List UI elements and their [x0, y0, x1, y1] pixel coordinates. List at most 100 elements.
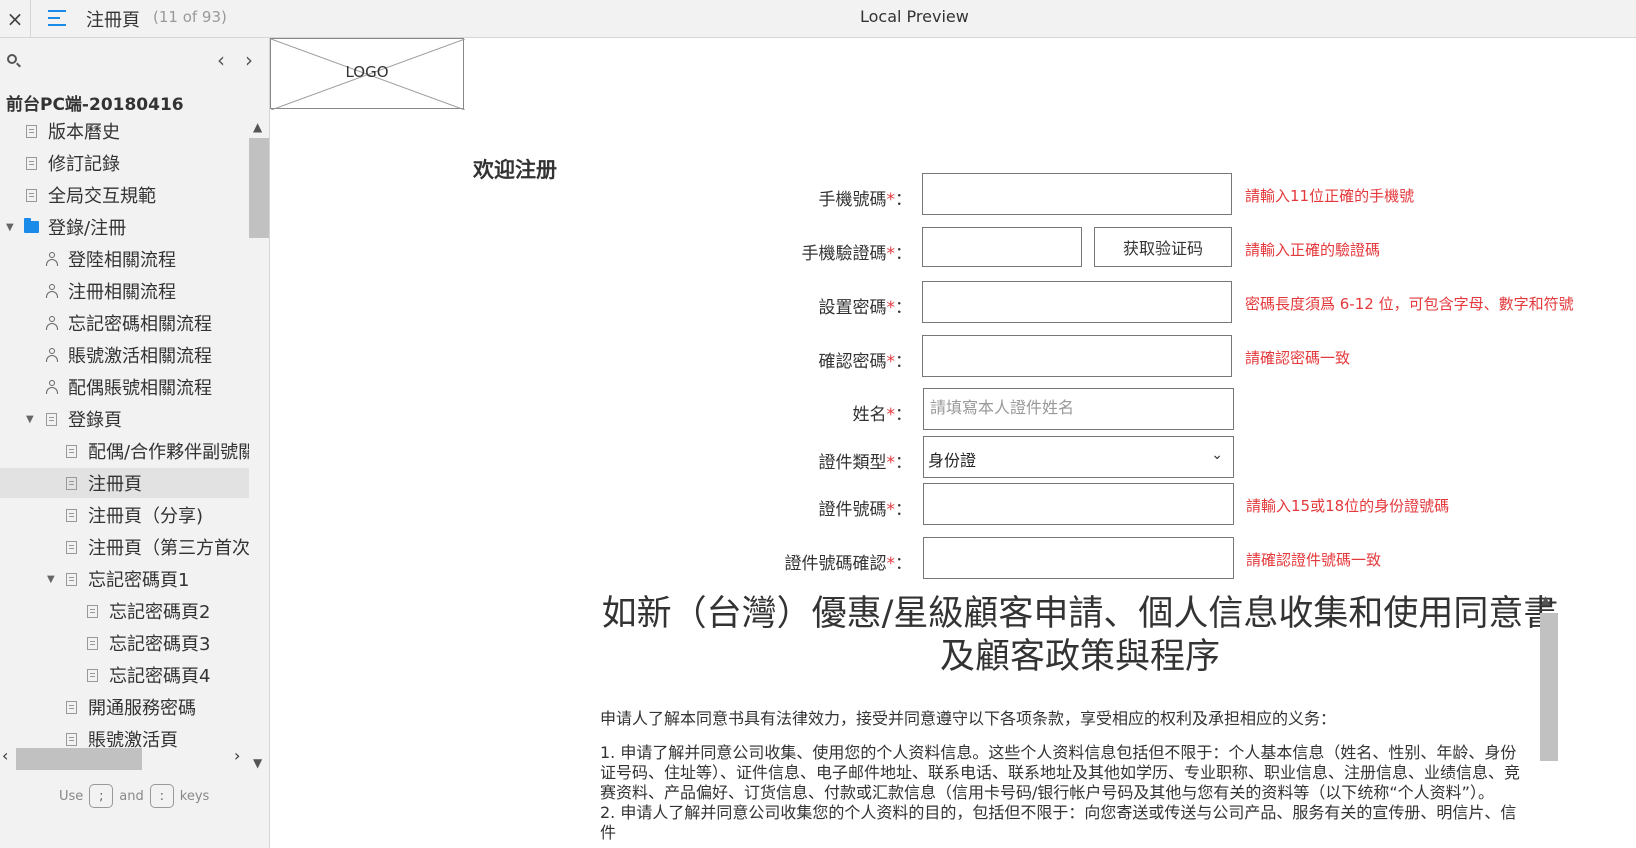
sidebar-item-forgot-password-flow[interactable]: 忘記密碼相關流程	[0, 308, 249, 338]
code-input[interactable]	[922, 227, 1082, 267]
top-bar: × 注冊頁 (11 of 93) Local Preview	[0, 0, 1636, 38]
form-row-confirm-password: 確認密碼*： 請確認密碼一致	[270, 335, 1636, 379]
sidebar-item-forgot-password-3[interactable]: 忘記密碼頁3	[0, 628, 249, 658]
sidebar-item-register-page[interactable]: 注冊頁	[0, 468, 249, 498]
sidebar-item-forgot-password-4[interactable]: 忘記密碼頁4	[0, 660, 249, 690]
key-semicolon: ;	[89, 784, 114, 808]
sidebar-item-register-share[interactable]: 注冊頁（分享)	[0, 500, 249, 530]
sidebar-item-spouse-flow[interactable]: 配偶賬號相關流程	[0, 372, 249, 402]
keyboard-hint: Use ; and : keys	[59, 784, 209, 808]
doc-icon	[66, 700, 77, 714]
search-icon[interactable]	[7, 54, 21, 68]
sidebar-item-register-third-party[interactable]: 注冊頁（第三方首次	[0, 532, 249, 562]
chevron-up-icon[interactable]: ▲	[253, 120, 262, 134]
password-input[interactable]	[922, 281, 1232, 323]
hint-and: and	[119, 788, 144, 804]
sidebar-item-version-history[interactable]: 版本曆史	[0, 116, 249, 146]
sidebar-item-spouse-partner[interactable]: 配偶/合作夥伴副號關	[0, 436, 249, 466]
sidebar-item-label: 忘記密碼頁4	[109, 666, 211, 687]
name-label: 姓名*：	[852, 405, 913, 425]
sidebar-item-label: 賬號激活相關流程	[68, 346, 212, 367]
flow-icon	[45, 252, 59, 266]
scrollbar-thumb[interactable]	[1540, 613, 1558, 761]
confirm-password-error: 請確認密碼一致	[1245, 349, 1351, 367]
doc-icon	[46, 412, 57, 426]
get-code-button[interactable]: 获取验证码	[1094, 227, 1232, 267]
form-row-password: 設置密碼*： 密碼長度須爲 6-12 位，可包含字母、數字和符號	[270, 281, 1636, 325]
agreement-scrollbar[interactable]: ▲	[1538, 593, 1558, 848]
agreement-clause-1: 1. 申请了解并同意公司收集、使用您的个人资料信息。这些个人资料信息包括但不限于…	[600, 743, 1521, 802]
sidebar-item-forgot-password-2[interactable]: 忘記密碼頁2	[0, 596, 249, 626]
page-count: (11 of 93)	[153, 8, 227, 26]
chevron-down-icon[interactable]: ▼	[253, 756, 262, 770]
sidebar-item-register-flow[interactable]: 注冊相關流程	[0, 276, 249, 306]
sidebar-item-revision-log[interactable]: 修訂記錄	[0, 148, 249, 178]
id-confirm-error: 請確認證件號碼一致	[1246, 551, 1382, 569]
sidebar-horizontal-scrollbar[interactable]: ‹ ›	[0, 740, 249, 770]
sidebar-vertical-scrollbar[interactable]: ▲ ▼	[249, 116, 269, 776]
next-page-button[interactable]: ›	[240, 48, 258, 72]
sidebar-item-label: 登錄頁	[68, 410, 122, 431]
expand-arrow-icon[interactable]: ▼	[6, 222, 14, 233]
project-title: 前台PC端-20180416	[6, 95, 184, 115]
form-row-name: 姓名*：	[270, 388, 1636, 432]
sidebar-item-label: 注冊頁（第三方首次	[88, 538, 249, 559]
doc-icon	[26, 156, 37, 170]
agreement-intro: 申请人了解本同意书具有法律效力，接受并同意遵守以下各项条款，享受相应的权利及承担…	[600, 709, 1337, 728]
menu-icon[interactable]	[48, 8, 68, 28]
hint-use: Use	[59, 788, 84, 804]
agreement-title: 如新（台灣）優惠/星級顧客申請、個人信息收集和使用同意書及顧客政策與程序	[601, 594, 1559, 677]
sidebar-item-label: 登陸相關流程	[68, 250, 176, 271]
id-confirm-label: 證件號碼確認*：	[784, 554, 913, 574]
sidebar-folder-login-register[interactable]: ▼ 登錄/注冊	[0, 212, 249, 242]
sidebar-item-label: 配偶/合作夥伴副號關	[88, 442, 249, 463]
sidebar-item-login-flow[interactable]: 登陸相關流程	[0, 244, 249, 274]
sidebar-item-forgot-password-1[interactable]: ▼ 忘記密碼頁1	[0, 564, 249, 594]
sidebar-item-global-rules[interactable]: 全局交互規範	[0, 180, 249, 210]
agreement-panel[interactable]: 如新（台灣）優惠/星級顧客申請、個人信息收集和使用同意書及顧客政策與程序 申请人…	[600, 593, 1560, 848]
sidebar: ‹ › 前台PC端-20180416 版本曆史 修訂記錄 全局交互規範 ▼ 登錄…	[0, 38, 270, 848]
expand-arrow-icon[interactable]: ▼	[47, 574, 55, 585]
sidebar-item-label: 注冊頁（分享)	[88, 506, 204, 527]
flow-icon	[45, 284, 59, 298]
sidebar-item-login-page[interactable]: ▼ 登錄頁	[0, 404, 249, 434]
sidebar-item-label: 版本曆史	[48, 122, 120, 143]
confirm-password-input[interactable]	[922, 335, 1232, 377]
phone-input[interactable]	[922, 173, 1232, 215]
sidebar-item-activation-flow[interactable]: 賬號激活相關流程	[0, 340, 249, 370]
doc-icon	[26, 188, 37, 202]
id-confirm-input[interactable]	[923, 537, 1234, 579]
page-title: 注冊頁	[86, 10, 140, 31]
doc-icon	[66, 508, 77, 522]
preview-canvas: LOGO 欢迎注册 手機號碼*： 請輸入11位正確的手機號 手機驗證碼*： 获取…	[270, 38, 1636, 848]
page-tree: 版本曆史 修訂記錄 全局交互規範 ▼ 登錄/注冊 登陸相關流程 注冊相關流程 忘…	[0, 116, 249, 776]
flow-icon	[45, 380, 59, 394]
key-colon: :	[149, 784, 174, 808]
id-type-select[interactable]: 身份證 ⌄	[923, 436, 1234, 478]
close-button[interactable]: ×	[0, 0, 30, 38]
sidebar-item-service-password[interactable]: 開通服務密碼	[0, 692, 249, 722]
id-number-error: 請輸入15或18位的身份證號碼	[1246, 497, 1450, 515]
sidebar-item-label: 注冊頁	[88, 474, 142, 495]
doc-icon	[66, 476, 77, 490]
id-type-label: 證件類型*：	[818, 453, 913, 473]
scrollbar-thumb[interactable]	[249, 138, 269, 238]
sidebar-item-label: 修訂記錄	[48, 154, 120, 175]
doc-icon	[66, 540, 77, 554]
id-number-input[interactable]	[923, 483, 1234, 525]
sidebar-item-label: 全局交互規範	[48, 186, 156, 207]
chevron-up-icon[interactable]: ▲	[1541, 593, 1550, 607]
id-type-value: 身份證	[928, 451, 977, 470]
expand-arrow-icon[interactable]: ▼	[26, 414, 34, 425]
chevron-right-icon[interactable]: ›	[234, 746, 240, 765]
name-input[interactable]	[923, 388, 1234, 430]
flow-icon	[45, 348, 59, 362]
flow-icon	[45, 316, 59, 330]
doc-icon	[87, 668, 98, 682]
sidebar-item-label: 忘記密碼頁2	[109, 602, 211, 623]
prev-page-button[interactable]: ‹	[212, 48, 230, 72]
chevron-left-icon[interactable]: ‹	[2, 746, 8, 765]
code-label: 手機驗證碼*：	[801, 244, 913, 264]
form-row-id-number: 證件號碼*： 請輸入15或18位的身份證號碼	[270, 483, 1636, 527]
scrollbar-thumb[interactable]	[16, 748, 142, 770]
